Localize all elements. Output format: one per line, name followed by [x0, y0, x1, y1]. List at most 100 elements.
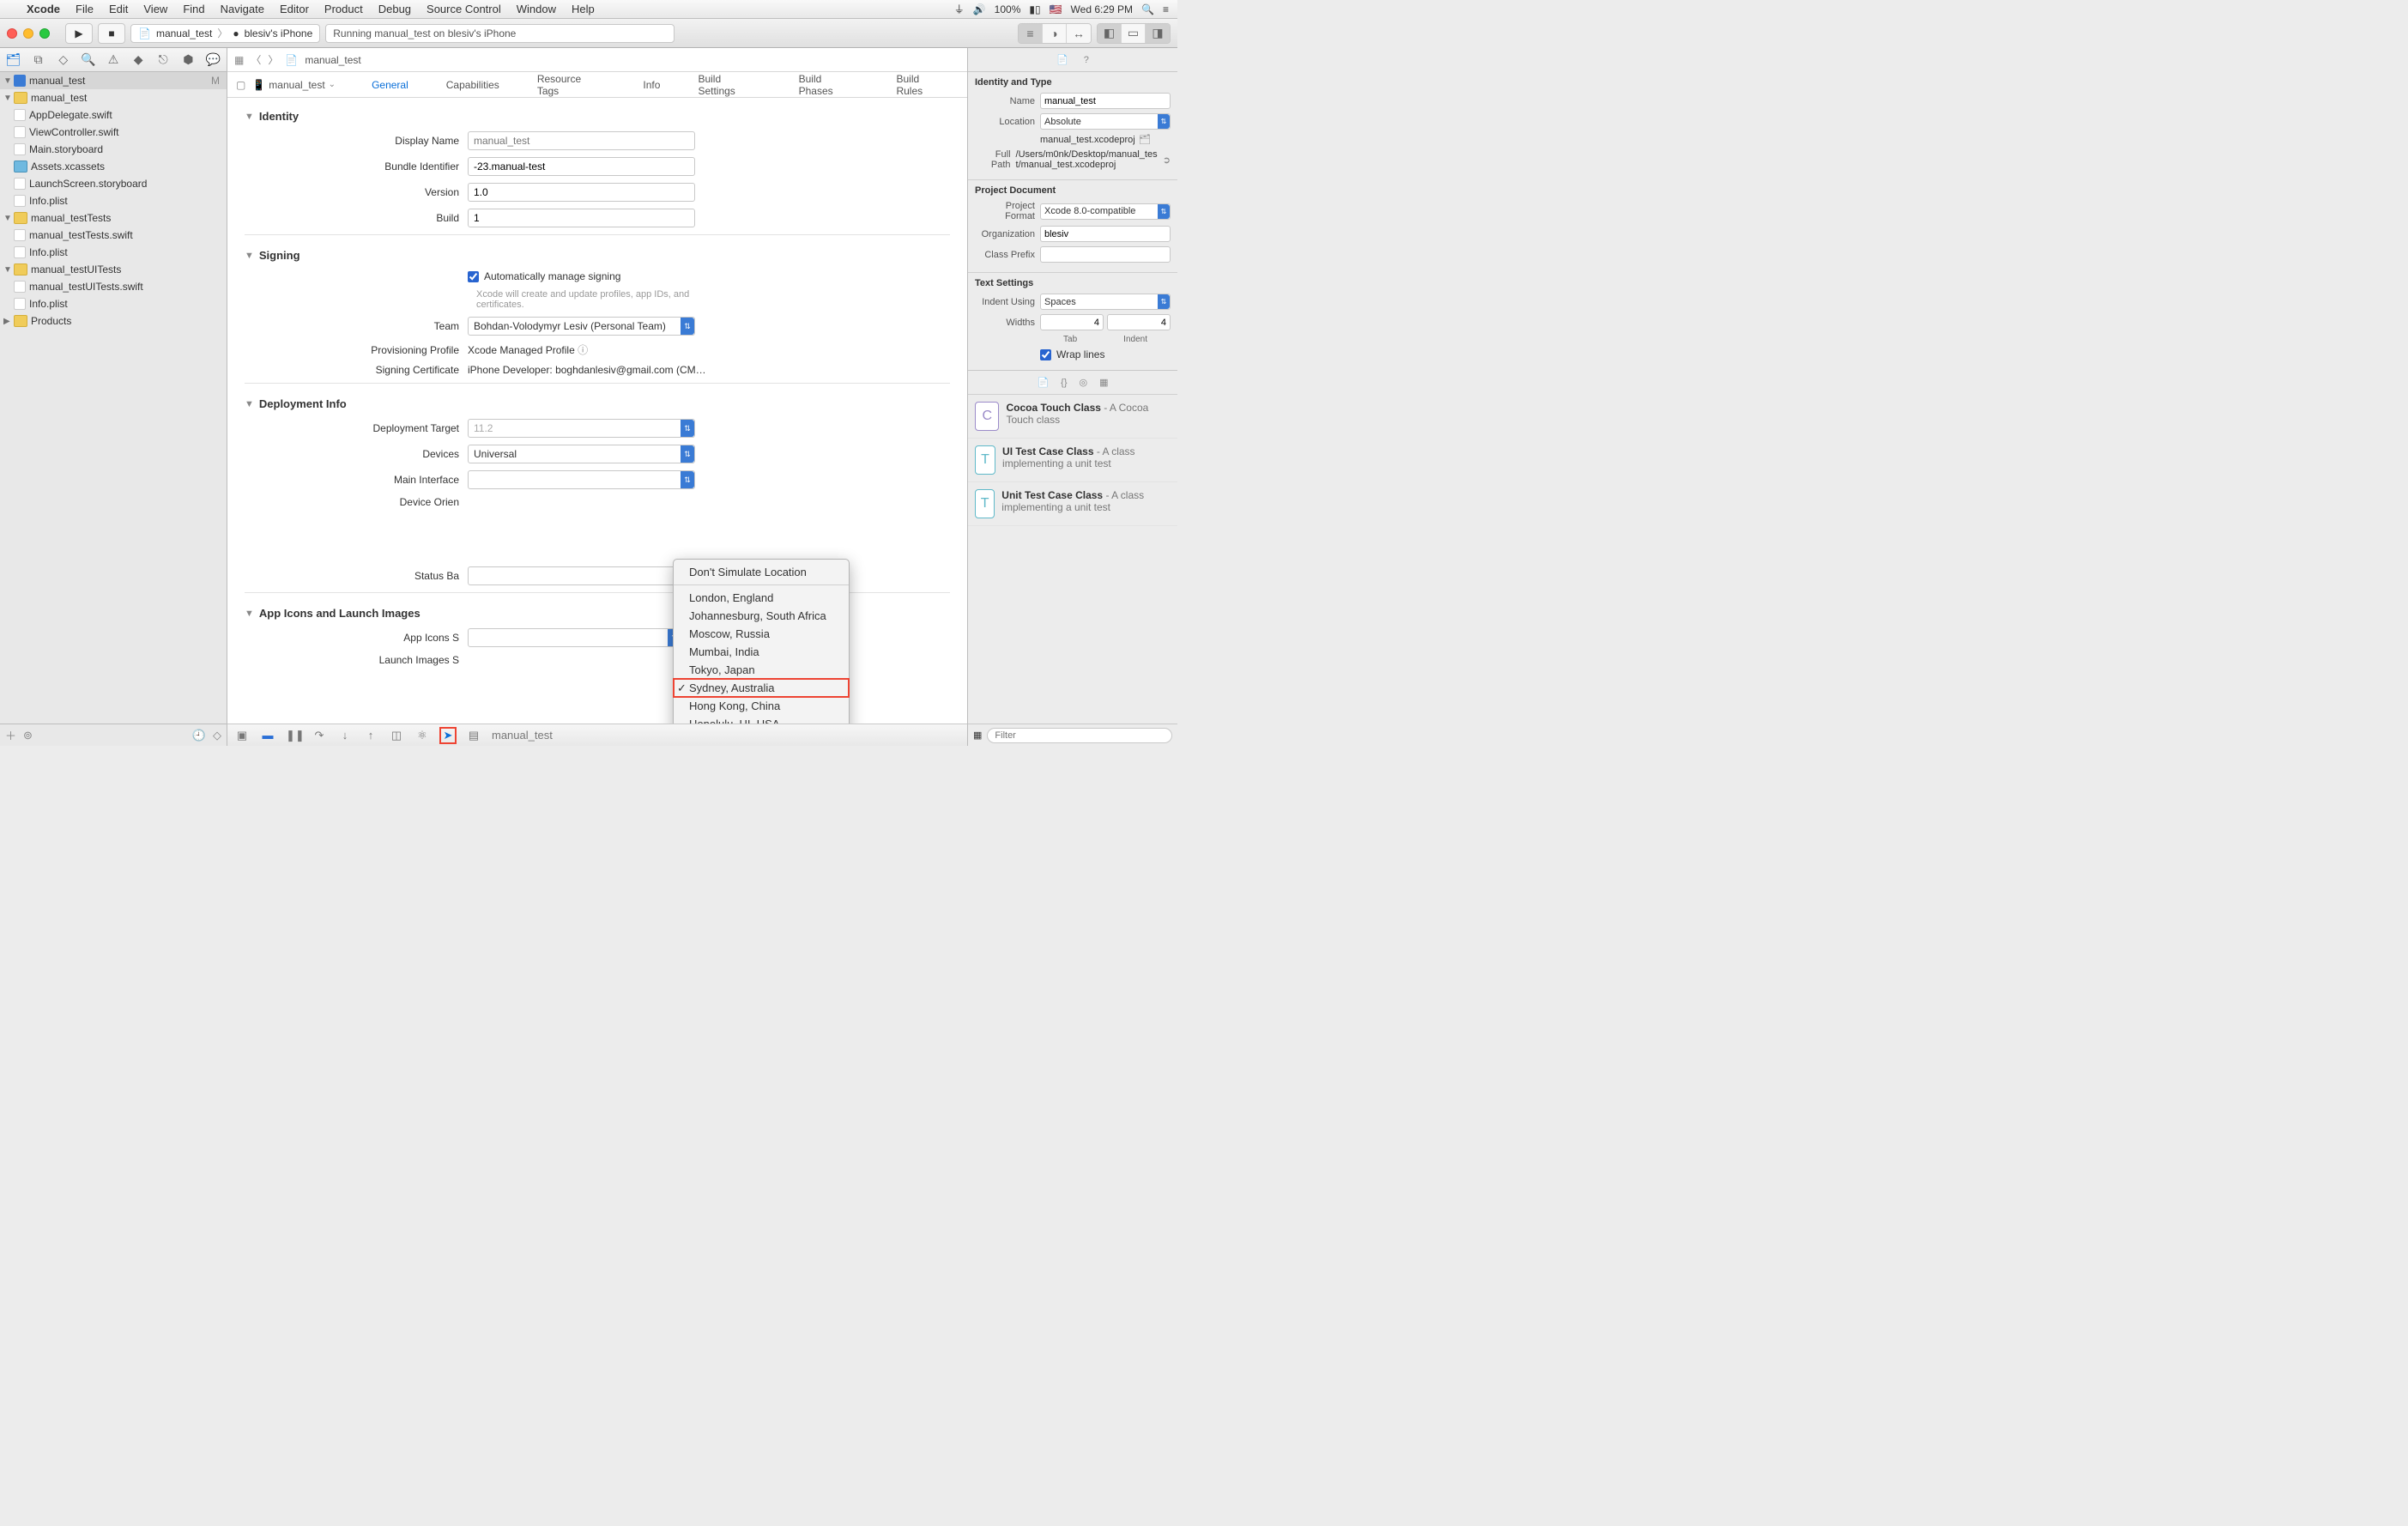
bundle-id-field[interactable]	[468, 157, 695, 176]
volume-icon[interactable]: 🔊	[973, 3, 986, 15]
toggle-navigator-icon[interactable]: ◧	[1098, 24, 1122, 43]
step-over-icon[interactable]: ↷	[312, 729, 327, 742]
window-minimize-button[interactable]	[23, 28, 33, 39]
location-item[interactable]: Hong Kong, China	[674, 697, 849, 715]
jump-path[interactable]: manual_test	[305, 54, 360, 66]
nav-back-icon[interactable]: 〈	[251, 52, 261, 67]
targets-outline-icon[interactable]: ▢	[236, 79, 245, 91]
insp-name-field[interactable]	[1040, 93, 1171, 109]
tree-item[interactable]: ▼manual_testTests	[0, 209, 227, 227]
standard-editor-icon[interactable]: ≡	[1019, 24, 1043, 43]
main-interface-select[interactable]: ⇅	[468, 470, 695, 489]
recent-filter-icon[interactable]: 🕘	[192, 729, 206, 742]
location-item[interactable]: London, England	[674, 589, 849, 607]
appicons-select[interactable]: ⇅	[468, 628, 682, 647]
location-item[interactable]: Honolulu, HI, USA	[674, 715, 849, 724]
flag-icon[interactable]: 🇺🇸	[1050, 3, 1062, 15]
menu-edit[interactable]: Edit	[101, 3, 136, 15]
indent-width-stepper[interactable]	[1107, 314, 1171, 330]
window-close-button[interactable]	[7, 28, 17, 39]
object-lib-icon[interactable]: ◎	[1080, 377, 1088, 388]
quickhelp-inspector-icon[interactable]: ?	[1084, 55, 1089, 65]
project-tree[interactable]: ▼ manual_test M ▼manual_testAppDelegate.…	[0, 72, 227, 724]
tab-general[interactable]: General	[353, 72, 427, 97]
library-item[interactable]: TUI Test Case Class - A class implementi…	[968, 439, 1177, 482]
find-nav-icon[interactable]: 🔍	[80, 52, 96, 67]
menu-editor[interactable]: Editor	[272, 3, 317, 15]
tree-item[interactable]: Main.storyboard	[0, 141, 227, 158]
menu-source-control[interactable]: Source Control	[419, 3, 509, 15]
tree-item[interactable]: Assets.xcassets	[0, 158, 227, 175]
tree-item[interactable]: manual_testTests.swift	[0, 227, 227, 244]
tab-info[interactable]: Info	[624, 72, 679, 97]
related-items-icon[interactable]: ▦	[234, 54, 244, 66]
location-item[interactable]: Sydney, Australia	[674, 679, 849, 697]
auto-signing-checkbox[interactable]: Automatically manage signing	[468, 270, 620, 282]
memory-graph-icon[interactable]: ⚛	[414, 729, 430, 742]
tree-item[interactable]: manual_testUITests.swift	[0, 278, 227, 295]
file-template-lib-icon[interactable]: 📄	[1037, 377, 1049, 388]
tab-build-settings[interactable]: Build Settings	[679, 72, 779, 97]
menu-help[interactable]: Help	[564, 3, 602, 15]
tab-resource-tags[interactable]: Resource Tags	[518, 72, 625, 97]
scm-filter-icon[interactable]: ◇	[213, 729, 221, 742]
toggle-debug-icon[interactable]: ▭	[1122, 24, 1146, 43]
tree-item[interactable]: ▶Products	[0, 312, 227, 330]
organization-field[interactable]	[1040, 226, 1171, 242]
wifi-icon[interactable]: ⏚	[954, 2, 965, 16]
location-dont-simulate[interactable]: Don't Simulate Location	[674, 563, 849, 581]
display-name-field[interactable]	[468, 131, 695, 150]
tree-item[interactable]: ▼manual_test	[0, 89, 227, 106]
tree-item[interactable]: LaunchScreen.storyboard	[0, 175, 227, 192]
tab-build-rules[interactable]: Build Rules	[877, 72, 967, 97]
debug-nav-icon[interactable]: ⎋	[155, 52, 172, 67]
library-view-toggle-icon[interactable]: ▦	[973, 730, 982, 741]
tree-project-root[interactable]: ▼ manual_test M	[0, 72, 227, 89]
menu-product[interactable]: Product	[317, 3, 371, 15]
menu-debug[interactable]: Debug	[371, 3, 419, 15]
tree-item[interactable]: Info.plist	[0, 192, 227, 209]
app-menu[interactable]: Xcode	[19, 3, 68, 15]
library-item[interactable]: TUnit Test Case Class - A class implemen…	[968, 482, 1177, 526]
source-control-nav-icon[interactable]: ⧉	[30, 52, 46, 67]
version-field[interactable]	[468, 183, 695, 202]
spotlight-icon[interactable]: 🔍	[1141, 3, 1154, 15]
debug-process-name[interactable]: manual_test	[492, 729, 553, 742]
tree-item[interactable]: Info.plist	[0, 244, 227, 261]
version-editor-icon[interactable]: ↔	[1067, 24, 1091, 43]
location-item[interactable]: Tokyo, Japan	[674, 661, 849, 679]
tab-width-stepper[interactable]	[1040, 314, 1104, 330]
menu-navigate[interactable]: Navigate	[213, 3, 272, 15]
scheme-selector[interactable]: 📄 manual_test 〉 ● blesiv's iPhone	[130, 24, 320, 43]
simulate-location-button[interactable]: ➤	[440, 728, 456, 743]
debug-view-icon[interactable]: ◫	[389, 729, 404, 742]
reveal-folder-icon[interactable]: 🗂	[1139, 134, 1151, 145]
editor-mode-segmented[interactable]: ≡ ◑ ↔	[1018, 23, 1092, 44]
toggle-utilities-icon[interactable]: ◨	[1146, 24, 1170, 43]
menu-find[interactable]: Find	[175, 3, 212, 15]
info-icon[interactable]: ⓘ	[578, 344, 588, 356]
target-breadcrumb[interactable]: 📱 manual_test ⌄	[252, 79, 336, 91]
symbol-nav-icon[interactable]: ◇	[55, 52, 71, 67]
devices-select[interactable]: Universal⇅	[468, 445, 695, 463]
reveal-finder-icon[interactable]: ➲	[1163, 154, 1171, 166]
tree-item[interactable]: ViewController.swift	[0, 124, 227, 141]
stop-button[interactable]: ■	[98, 23, 125, 44]
assistant-editor-icon[interactable]: ◑	[1043, 24, 1067, 43]
tree-item[interactable]: ▼manual_testUITests	[0, 261, 227, 278]
test-nav-icon[interactable]: ◆	[130, 52, 147, 67]
project-format-select[interactable]: Xcode 8.0-compatible⇅	[1040, 203, 1171, 220]
menu-file[interactable]: File	[68, 3, 101, 15]
menu-window[interactable]: Window	[509, 3, 564, 15]
team-select[interactable]: Bohdan-Volodymyr Lesiv (Personal Team)⇅	[468, 317, 695, 336]
status-bar-select[interactable]: ⇅	[468, 566, 695, 585]
filter-scope-icon[interactable]: ⊚	[23, 729, 33, 742]
process-picker-icon[interactable]: ▤	[466, 729, 481, 742]
menu-view[interactable]: View	[136, 3, 175, 15]
step-in-icon[interactable]: ↓	[337, 729, 353, 742]
location-item[interactable]: Moscow, Russia	[674, 625, 849, 643]
class-prefix-field[interactable]	[1040, 246, 1171, 263]
section-signing-header[interactable]: ▼Signing	[245, 249, 950, 262]
tree-item[interactable]: Info.plist	[0, 295, 227, 312]
section-identity-header[interactable]: ▼Identity	[245, 110, 950, 123]
